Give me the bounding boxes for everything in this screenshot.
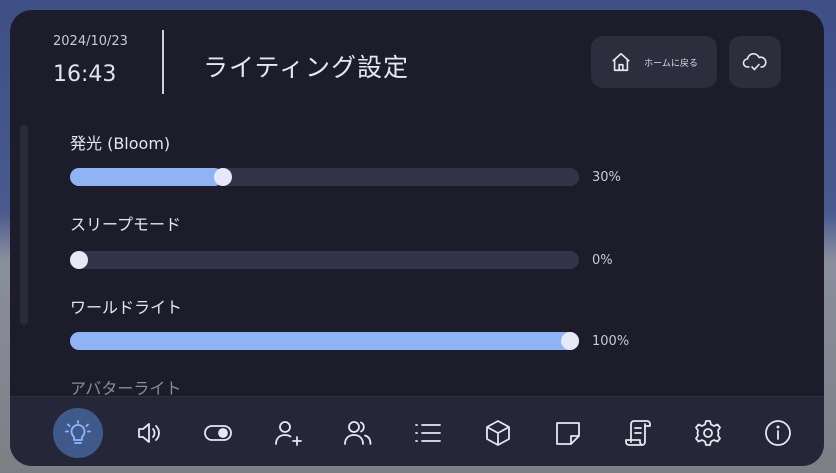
settings-panel: 2024/10/23 16:43 ライティング設定 ホームに戻る 発光 (Blo… [10,10,824,466]
setting-sleep-mode: スリープモード 0% [70,211,630,269]
toggle-icon [202,418,234,448]
cube-icon [483,418,513,448]
nav-lighting[interactable] [53,408,103,458]
home-button[interactable]: ホームに戻る [591,36,717,88]
setting-world-light: ワールドライト 100% [70,294,630,350]
nav-documents[interactable] [613,408,663,458]
list-icon [412,418,444,448]
page-title: ライティング設定 [203,53,410,82]
nav-audio[interactable] [123,408,173,458]
scroll-icon [623,418,653,448]
cloud-check-icon [742,51,768,73]
slider-fill [70,168,223,186]
sleep-mode-slider[interactable] [70,251,579,269]
nav-toggle[interactable] [193,408,243,458]
gear-icon [693,418,723,448]
home-icon [610,51,632,73]
slider-fill [70,332,579,350]
cloud-sync-button[interactable] [729,36,781,88]
slider-value: 0% [592,253,613,268]
lightbulb-icon [63,418,93,448]
header-divider [162,30,164,94]
scrollbar[interactable] [20,125,28,325]
nav-add-friend[interactable] [263,408,313,458]
nav-settings[interactable] [683,408,733,458]
info-icon [763,418,793,448]
slider-handle[interactable] [70,251,88,269]
setting-label: ワールドライト [70,298,183,317]
nav-list[interactable] [403,408,453,458]
add-user-icon [272,418,304,448]
setting-bloom: 発光 (Bloom) 30% [70,130,630,186]
nav-objects[interactable] [473,408,523,458]
world-light-slider[interactable] [70,332,579,350]
date-display: 2024/10/23 [53,34,128,49]
slider-value: 100% [592,334,630,349]
bloom-slider[interactable] [70,168,579,186]
slider-handle[interactable] [561,332,579,350]
setting-label: スリープモード [70,215,182,234]
nav-info[interactable] [753,408,803,458]
slider-value: 30% [592,170,621,185]
home-button-label: ホームに戻る [644,58,698,69]
slider-handle[interactable] [213,168,232,186]
speaker-icon [133,418,163,448]
sticky-note-icon [553,418,583,448]
users-icon [342,418,374,448]
time-display: 16:43 [53,62,117,87]
nav-friends[interactable] [333,408,383,458]
setting-label: 発光 (Bloom) [70,134,171,153]
bottom-nav [10,396,824,466]
nav-notes[interactable] [543,408,593,458]
